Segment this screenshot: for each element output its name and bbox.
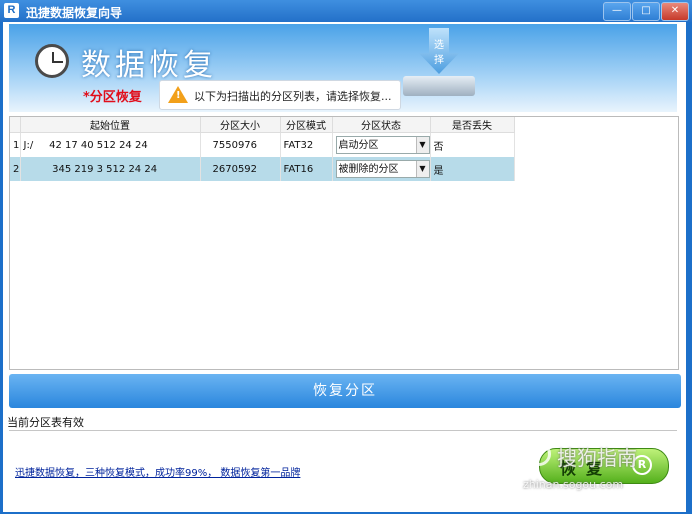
column-header-start[interactable]: 起始位置 — [20, 117, 201, 133]
row-start-value: 345 219 3 512 24 24 — [52, 163, 158, 175]
column-header-index[interactable] — [10, 117, 21, 133]
warning-glyph: ! — [176, 90, 181, 101]
section-label: *分区恢复 — [83, 90, 142, 105]
state-select[interactable]: 启动分区 ▼ — [335, 136, 429, 154]
disk-label: 选择 — [434, 40, 444, 66]
row-start: J:/ 42 17 40 512 24 24 — [20, 132, 201, 157]
row-index: 1 — [10, 132, 21, 157]
row-lost: 否 — [430, 132, 515, 157]
title-bar: R 迅捷数据恢复向导 — □ ✕ — [0, 0, 692, 22]
column-header-size[interactable]: 分区大小 — [200, 117, 281, 133]
chevron-down-icon[interactable]: ▼ — [415, 161, 429, 177]
hard-disk-icon: 选择 — [399, 28, 479, 98]
chevron-down-icon[interactable]: ▼ — [415, 137, 429, 153]
row-size: 2670592 — [200, 157, 281, 181]
promo-link[interactable]: 迅捷数据恢复，三种恢复模式，成功率99%， 数据恢复第一品牌 — [15, 464, 300, 479]
row-size: 7550976 — [200, 132, 281, 157]
minimize-button[interactable]: — — [603, 2, 631, 21]
clock-icon — [35, 44, 69, 78]
row-state: 启动分区 ▼ — [332, 132, 431, 157]
status-text: 当前分区表有效 — [7, 416, 84, 429]
column-header-lost[interactable]: 是否丢失 — [430, 117, 515, 133]
close-button[interactable]: ✕ — [661, 2, 689, 21]
app-logo-icon: R — [4, 3, 19, 18]
row-mode: FAT16 — [280, 157, 333, 181]
state-select[interactable]: 被删除的分区 ▼ — [335, 160, 429, 178]
row-index: 2 — [10, 157, 21, 181]
watermark-main: 搜狗指南 — [557, 446, 637, 470]
row-start: 345 219 3 512 24 24 — [20, 157, 201, 181]
row-mode: FAT32 — [280, 132, 333, 157]
tip-box: ! 以下为扫描出的分区列表，请选择恢复... — [159, 80, 401, 110]
warning-icon: ! — [168, 86, 188, 103]
banner-title: 数据恢复 — [81, 48, 217, 83]
row-lost: 是 — [430, 157, 515, 181]
maximize-button[interactable]: □ — [632, 2, 660, 21]
tip-text: 以下为扫描出的分区列表，请选择恢复... — [194, 90, 392, 103]
row-state: 被删除的分区 ▼ — [332, 157, 431, 181]
partition-table: 起始位置 分区大小 分区模式 分区状态 是否丢失 1 J:/ 42 17 40 … — [9, 116, 679, 370]
table-row[interactable]: 2 345 219 3 512 24 24 2670592 FAT16 被删除的… — [10, 157, 515, 181]
watermark: 搜狗指南 zhinan.sogou.com — [523, 430, 673, 500]
header-banner: 数据恢复 选择 *分区恢复 ! 以下为扫描出的分区列表，请选择恢复... — [9, 24, 677, 112]
window-title: 迅捷数据恢复向导 — [26, 6, 123, 20]
row-drive: J:/ — [23, 139, 34, 151]
watermark-sub: zhinan.sogou.com — [523, 478, 624, 491]
table-row[interactable]: 1 J:/ 42 17 40 512 24 24 7550976 FAT32 启… — [10, 132, 515, 157]
column-header-mode[interactable]: 分区模式 — [280, 117, 333, 133]
disk-body — [403, 76, 475, 96]
row-start-value: 42 17 40 512 24 24 — [49, 139, 148, 151]
recover-partition-button[interactable]: 恢复分区 — [9, 374, 681, 408]
column-header-state[interactable]: 分区状态 — [332, 117, 431, 133]
main-window: 数据恢复 选择 *分区恢复 ! 以下为扫描出的分区列表，请选择恢复... 起始位… — [3, 22, 686, 512]
sogou-logo-icon — [527, 442, 551, 466]
